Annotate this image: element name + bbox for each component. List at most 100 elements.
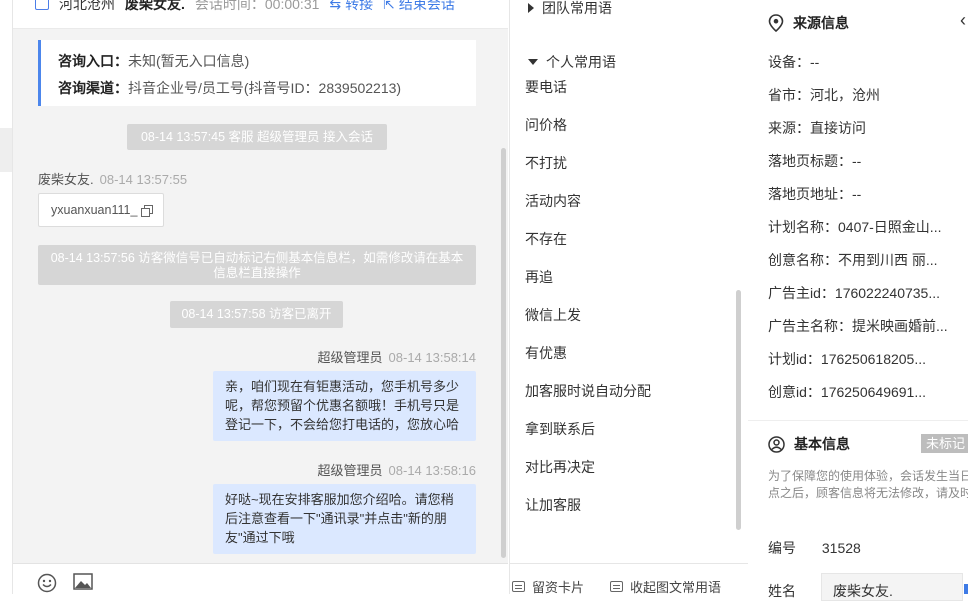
copy-icon[interactable] xyxy=(141,205,154,217)
phrase-item[interactable]: 不存在 xyxy=(525,229,567,249)
source-row: 计划id：176250618205... xyxy=(768,349,926,369)
edit-deadline-note: 为了保障您的使用体验，会话发生当日的24点之后，顾客信息将无法修改，请及时填写 xyxy=(768,469,968,500)
collapse-phrases-label: 收起图文常用语 xyxy=(630,580,722,595)
source-info-title: 来源信息 xyxy=(768,13,849,33)
section-divider xyxy=(748,420,968,421)
channel-label: 咨询渠道： xyxy=(58,80,128,96)
visitor-info-panel: 来源信息 ‹ 设备：-- 省市：河北，沧州 来源：直接访问 落地页标题：-- 落… xyxy=(748,0,968,601)
field-value: 176250649691... xyxy=(820,384,927,400)
location-pin-icon xyxy=(768,14,784,32)
field-value: -- xyxy=(810,54,820,70)
id-label: 编号 xyxy=(768,540,796,556)
field-label: 广告主id： xyxy=(768,285,835,301)
end-session-label: 结束会话 xyxy=(398,0,455,12)
end-session-button[interactable]: ⇱ 结束会话 xyxy=(383,0,455,14)
nav-indicator xyxy=(0,128,12,172)
message-meta: 超级管理员 08-14 13:58:14 xyxy=(318,347,476,366)
edit-indicator xyxy=(964,584,968,594)
emoji-icon[interactable] xyxy=(37,573,57,593)
phrase-item[interactable]: 活动内容 xyxy=(525,191,581,211)
field-value: -- xyxy=(852,186,862,202)
visitor-name: 废柴女友. xyxy=(125,0,185,12)
phrase-item[interactable]: 加客服时说自动分配 xyxy=(525,381,651,401)
phrase-item[interactable]: 拿到联系后 xyxy=(525,419,595,439)
phrase-item[interactable]: 要电话 xyxy=(525,77,567,97)
channel-value: 抖音企业号/员工号(抖音号ID：2839502213) xyxy=(128,80,402,96)
phrase-item[interactable]: 让加客服 xyxy=(525,495,581,515)
chat-header: 河北沧州 废柴女友. 会话时间：00:00:31 ⇆ 转接 ⇱ 结束会话 xyxy=(13,0,508,29)
id-row: 编号 31528 xyxy=(768,538,861,558)
name-label: 姓名 xyxy=(768,583,796,599)
caret-down-icon xyxy=(528,59,538,65)
message-time: 08-14 13:58:14 xyxy=(388,350,476,365)
group-label: 个人常用语 xyxy=(546,54,616,70)
field-label: 创意id： xyxy=(768,384,821,400)
user-circle-icon xyxy=(768,435,785,453)
message-meta: 超级管理员 08-14 13:58:16 xyxy=(318,460,476,479)
field-value: 0407-日照金山... xyxy=(838,219,942,235)
phrase-item[interactable]: 不打扰 xyxy=(525,153,567,173)
entry-info-card: 咨询入口：未知(暂无入口信息) 咨询渠道：抖音企业号/员工号(抖音号ID：283… xyxy=(38,40,476,106)
agent-message: 亲，咱们现在有钜惠活动，您手机号多少呢，帮您预留个优惠名额哦！手机号只是登记一下… xyxy=(213,371,476,441)
source-row: 落地页地址：-- xyxy=(768,184,861,204)
field-label: 广告主名称： xyxy=(768,318,852,334)
transfer-button[interactable]: ⇆ 转接 xyxy=(329,0,373,14)
system-message: 08-14 13:57:58 访客已离开 xyxy=(170,301,343,328)
field-label: 创意名称： xyxy=(768,252,838,268)
source-row: 落地页标题：-- xyxy=(768,151,861,171)
source-row: 创意名称：不用到川西 丽... xyxy=(768,250,938,270)
phrase-item[interactable]: 有优惠 xyxy=(525,343,567,363)
source-row: 省市：河北，沧州 xyxy=(768,85,880,105)
chat-toolbar xyxy=(13,563,508,595)
transfer-label: 转接 xyxy=(345,0,374,12)
source-row: 广告主id：176022240735... xyxy=(768,283,940,303)
section-title: 基本信息 xyxy=(794,436,850,452)
tag-status-badge[interactable]: 未标记 xyxy=(921,434,968,453)
chat-scrollbar[interactable] xyxy=(501,148,506,558)
source-row: 计划名称：0407-日照金山... xyxy=(768,217,941,237)
collapse-panel-icon[interactable]: ‹ xyxy=(960,10,966,31)
entry-value: 未知(暂无入口信息) xyxy=(128,53,250,69)
field-label: 落地页标题： xyxy=(768,153,852,169)
source-row: 创意id：176250649691... xyxy=(768,382,926,402)
personal-phrases-group[interactable]: 个人常用语 xyxy=(528,52,616,72)
phrases-scrollbar[interactable] xyxy=(736,290,741,530)
field-value: -- xyxy=(852,153,862,169)
sender-name: 废柴女友. xyxy=(38,172,94,187)
group-label: 团队常用语 xyxy=(542,0,612,16)
caret-right-icon xyxy=(528,3,534,13)
collapse-phrases-button[interactable]: 收起图文常用语 xyxy=(610,577,721,596)
field-label: 计划id： xyxy=(768,351,821,367)
field-value: 直接访问 xyxy=(810,120,866,136)
leave-card-button[interactable]: 留资卡片 xyxy=(512,577,584,596)
phrase-item[interactable]: 微信上发 xyxy=(525,305,581,325)
system-message: 08-14 13:57:45 客服 超级管理员 接入会话 xyxy=(127,124,387,150)
phrase-item[interactable]: 问价格 xyxy=(525,115,567,135)
leave-card-label: 留资卡片 xyxy=(532,580,585,595)
chat-panel: 河北沧州 废柴女友. 会话时间：00:00:31 ⇆ 转接 ⇱ 结束会话 咨询入… xyxy=(13,0,508,595)
field-value: 176250618205... xyxy=(820,351,927,367)
transfer-icon: ⇆ xyxy=(329,0,342,12)
visitor-location: 河北沧州 xyxy=(59,0,115,12)
field-label: 来源： xyxy=(768,120,810,136)
message-meta: 废柴女友. 08-14 13:57:55 xyxy=(38,169,187,188)
card-icon xyxy=(512,581,525,592)
field-value: 176022240735... xyxy=(834,285,941,301)
section-title: 来源信息 xyxy=(793,15,849,31)
team-phrases-group[interactable]: 团队常用语 xyxy=(528,0,612,18)
phrase-item[interactable]: 再追 xyxy=(525,267,553,287)
field-label: 计划名称： xyxy=(768,219,838,235)
image-icon[interactable] xyxy=(73,573,93,591)
field-label: 省市： xyxy=(768,87,810,103)
sender-name: 超级管理员 xyxy=(317,350,383,365)
message-time: 08-14 13:58:16 xyxy=(388,463,476,478)
phrases-toolbar: 留资卡片 收起图文常用语 xyxy=(510,563,748,595)
name-input[interactable]: 废柴女友. xyxy=(821,573,963,601)
source-row: 来源：直接访问 xyxy=(768,118,866,138)
phrase-item[interactable]: 对比再决定 xyxy=(525,457,595,477)
visitor-message-text: yxuanxuan111_ xyxy=(51,203,138,217)
visitor-message[interactable]: yxuanxuan111_ xyxy=(38,193,164,227)
source-row: 设备：-- xyxy=(768,52,819,72)
system-message: 08-14 13:57:56 访客微信号已自动标记右侧基本信息栏，如需修改请在基… xyxy=(38,245,476,285)
field-label: 设备： xyxy=(768,54,810,70)
